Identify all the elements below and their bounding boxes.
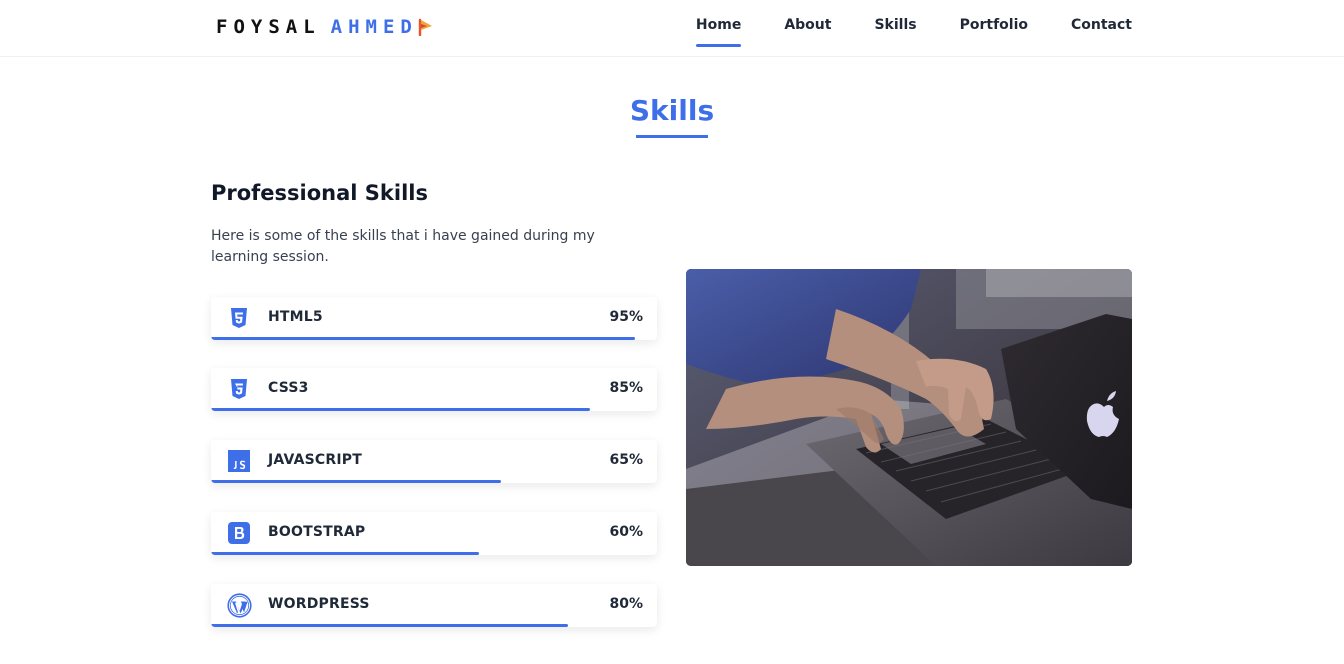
css3-icon [228,378,250,400]
laptop-typing-photo [686,269,1132,566]
bootstrap-icon [228,522,250,544]
skill-progress-bar [211,624,568,627]
logo-flag-icon [418,18,434,37]
skill-percent: 60% [609,524,643,540]
skill-progress-bar [211,552,479,555]
site-header: FOYSAL AHMED Home About Skills Portfolio… [0,0,1344,57]
skill-progress-bar [211,480,501,483]
wordpress-icon [227,593,252,618]
site-logo[interactable]: FOYSAL AHMED [216,14,434,40]
skill-percent: 65% [609,452,643,468]
skills-description: Here is some of the skills that i have g… [211,228,595,265]
skill-name: WORDPRESS [268,596,370,612]
javascript-icon [228,450,250,472]
skill-name: JAVASCRIPT [268,452,362,468]
logo-last-name: AHMED [330,16,418,38]
nav-home[interactable]: Home [695,0,742,57]
skill-percent: 80% [609,596,643,612]
main-nav: Home About Skills Portfolio Contact [695,0,1132,57]
section-title-underline [636,135,708,138]
skill-progress-bar [211,408,591,411]
skill-percent: 95% [609,309,643,325]
skill-card-bootstrap: BOOTSTRAP 60% [211,512,657,555]
section-title: Skills [629,94,715,127]
skill-name: CSS3 [268,380,309,396]
html5-icon [228,307,250,329]
logo-first-name: FOYSAL [216,16,321,38]
nav-skills[interactable]: Skills [874,0,916,57]
skill-name: BOOTSTRAP [268,524,366,540]
skill-card-html5: HTML5 95% [211,297,657,340]
skill-card-javascript: JAVASCRIPT 65% [211,440,657,483]
nav-portfolio[interactable]: Portfolio [960,0,1028,57]
professional-skills-heading: Professional Skills [211,181,428,205]
skill-card-wordpress: WORDPRESS 80% [211,584,657,627]
skill-percent: 85% [609,380,643,396]
nav-contact[interactable]: Contact [1071,0,1132,57]
skill-progress-bar [211,337,635,340]
skill-card-css3: CSS3 85% [211,368,657,411]
skill-name: HTML5 [268,309,323,325]
nav-about[interactable]: About [784,0,831,57]
